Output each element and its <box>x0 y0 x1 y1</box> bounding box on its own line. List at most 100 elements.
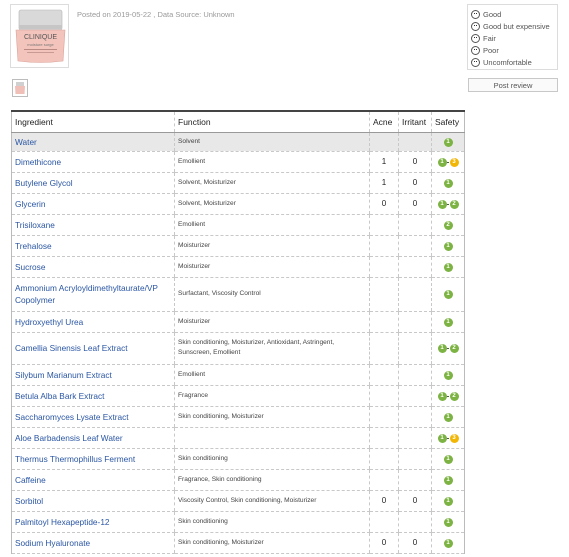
legend-item: Fair <box>471 32 554 44</box>
acne-cell <box>369 132 399 152</box>
ingredient-link[interactable]: Dimethicone <box>11 151 175 173</box>
ingredient-link[interactable]: Trehalose <box>11 235 175 257</box>
table-row: Ammonium Acryloyldimethyltaurate/VP Copo… <box>11 277 465 312</box>
ingredient-link[interactable]: Camellia Sinensis Leaf Extract <box>11 332 175 365</box>
irritant-cell <box>398 511 432 533</box>
ingredient-link[interactable]: Glycerin <box>11 193 175 215</box>
ingredient-link[interactable]: Sucrose <box>11 256 175 278</box>
safety-score-badge: 1 <box>443 454 453 464</box>
safety-cell: 1 <box>431 235 465 257</box>
safety-score-badge: 1 <box>443 262 453 272</box>
irritant-cell: 0 <box>398 193 432 215</box>
ingredient-link[interactable]: Hydroxyethyl Urea <box>11 311 175 333</box>
ingredients-table: Ingredient Function Acne Irritant Safety… <box>11 110 465 554</box>
product-image[interactable]: CLINIQUE moisture surge <box>10 4 69 68</box>
ingredient-link[interactable]: Butylene Glycol <box>11 172 175 194</box>
irritant-cell <box>398 332 432 365</box>
safety-cell: 13 <box>431 427 465 449</box>
ingredient-link[interactable]: Caffeine <box>11 469 175 491</box>
safety-score-badge: 1 <box>443 496 453 506</box>
acne-cell <box>369 385 399 407</box>
table-row: Water Solvent 1 <box>11 132 465 152</box>
safety-cell: 1 <box>431 490 465 512</box>
ingredient-link[interactable]: Silybum Marianum Extract <box>11 364 175 386</box>
table-row: Silybum Marianum Extract Emollient 1 <box>11 364 465 386</box>
ingredient-link[interactable]: Sorbitol <box>11 490 175 512</box>
safety-cell: 1 <box>431 364 465 386</box>
post-review-button[interactable]: Post review <box>468 78 558 92</box>
safety-score-badge: 1 <box>443 538 453 548</box>
safety-score-badge: 2 <box>449 344 459 354</box>
function-cell <box>174 427 370 449</box>
ingredient-link[interactable]: Saccharomyces Lysate Extract <box>11 406 175 428</box>
irritant-cell: 0 <box>398 151 432 173</box>
safety-score-badge: 2 <box>449 391 459 401</box>
header-function[interactable]: Function <box>174 110 370 133</box>
safety-score-badge: 1 <box>443 412 453 422</box>
legend-label: Good <box>483 9 502 19</box>
acne-cell <box>369 469 399 491</box>
acne-cell <box>369 427 399 449</box>
table-row: Betula Alba Bark Extract Fragrance 1 2 <box>11 385 465 407</box>
safety-score-badge: 1 <box>443 317 453 327</box>
table-row: Sorbitol Viscosity Control, Skin conditio… <box>11 490 465 512</box>
table-row: Caffeine Fragrance, Skin conditioning 1 <box>11 469 465 491</box>
acne-cell <box>369 448 399 470</box>
safety-score-badge: 1 <box>443 241 453 251</box>
irritant-cell <box>398 214 432 236</box>
ingredient-link[interactable]: Trisiloxane <box>11 214 175 236</box>
legend-label: Good but expensive <box>483 21 550 31</box>
safety-score-badge: 1 <box>443 290 453 300</box>
header-acne[interactable]: Acne <box>369 110 399 133</box>
safety-range-dash <box>447 437 449 439</box>
acne-cell: 1 <box>369 151 399 173</box>
table-row: Thermus Thermophillus Ferment Skin condit… <box>11 448 465 470</box>
ingredient-link[interactable]: Ammonium Acryloyldimethyltaurate/VP Copo… <box>11 277 175 312</box>
safety-score-badge: 1 <box>443 178 453 188</box>
irritant-cell <box>398 406 432 428</box>
header-ingredient[interactable]: Ingredient <box>11 110 175 133</box>
function-cell: Moisturizer <box>174 256 370 278</box>
ingredient-link[interactable]: Palmitoyl Hexapeptide-12 <box>11 511 175 533</box>
safety-score-badge: 1 <box>443 517 453 527</box>
function-cell: Moisturizer <box>174 235 370 257</box>
safety-cell: 1 <box>431 511 465 533</box>
header-safety[interactable]: Safety <box>431 110 465 133</box>
acne-cell <box>369 214 399 236</box>
function-cell: Viscosity Control, Skin conditioning, Mo… <box>174 490 370 512</box>
function-cell: Skin conditioning, Moisturizer, Antioxid… <box>174 332 370 365</box>
safety-score-badge: 3 <box>449 433 459 443</box>
function-cell: Solvent, Moisturizer <box>174 172 370 194</box>
ingredient-link[interactable]: Thermus Thermophillus Ferment <box>11 448 175 470</box>
ingredient-link[interactable]: Betula Alba Bark Extract <box>11 385 175 407</box>
acne-cell <box>369 277 399 312</box>
product-jar-image: CLINIQUE moisture surge <box>15 9 66 63</box>
table-row: Trehalose Moisturizer 1 <box>11 235 465 257</box>
table-row: Palmitoyl Hexapeptide-12 Skin conditionin… <box>11 511 465 533</box>
irritant-cell <box>398 132 432 152</box>
posted-info: Posted on 2019-05-22 , Data Source: Unkn… <box>77 10 235 19</box>
safety-score-badge: 3 <box>449 157 459 167</box>
ingredient-link[interactable]: Sodium Hyaluronate <box>11 532 175 554</box>
acne-cell: 0 <box>369 532 399 554</box>
function-cell: Fragrance, Skin conditioning <box>174 469 370 491</box>
ingredient-link[interactable]: Water <box>11 132 175 152</box>
rating-legend: Good Good but expensive Fair Poor Uncomforta… <box>467 4 558 70</box>
acne-cell <box>369 332 399 365</box>
irritant-cell <box>398 235 432 257</box>
product-thumbnail[interactable] <box>12 79 28 97</box>
safety-score-badge: 1 <box>437 433 447 443</box>
safety-score-badge: 1 <box>437 157 447 167</box>
legend-item: Good <box>471 8 554 20</box>
safety-cell: 12 <box>431 193 465 215</box>
good-face-icon <box>471 9 480 19</box>
table-row: Dimethicone Emollient 1 0 1 3 <box>11 151 465 173</box>
function-cell: Skin conditioning, Moisturizer <box>174 532 370 554</box>
safety-score-badge: 1 <box>443 137 453 147</box>
header-irritant[interactable]: Irritant <box>398 110 432 133</box>
safety-range-dash <box>447 203 449 205</box>
product-name: moisture surge <box>27 42 54 47</box>
safety-cell: 12 <box>431 332 465 365</box>
ingredient-link[interactable]: Aloe Barbadensis Leaf Water <box>11 427 175 449</box>
acne-cell <box>369 256 399 278</box>
